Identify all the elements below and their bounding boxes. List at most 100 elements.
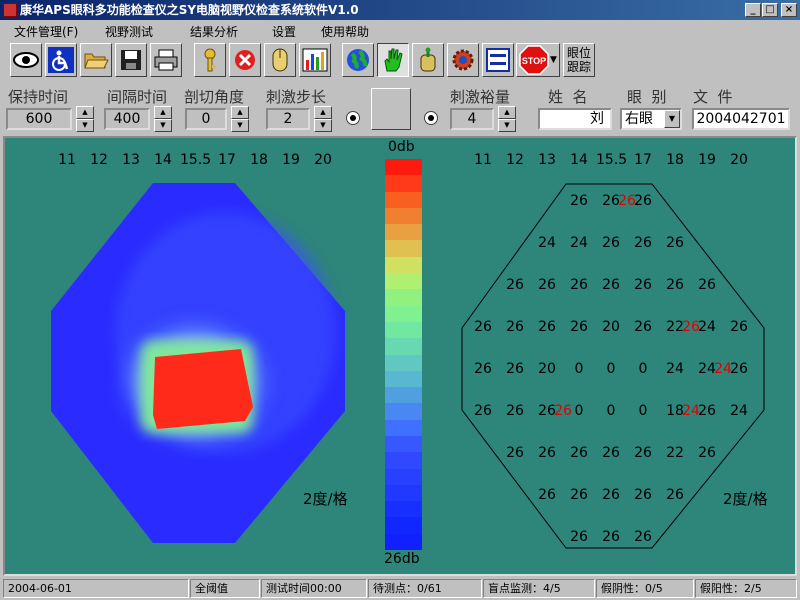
status-false-negative: 假阴性：0/5 [596,579,694,598]
threshold-value: 26 [474,403,492,419]
right-column-label: 20 [730,152,748,168]
threshold-value: 0 [638,403,648,419]
spin-down-icon[interactable]: ▼ [76,119,94,132]
threshold-value: 26 [570,193,588,209]
print-button[interactable] [150,43,182,77]
chevron-down-icon[interactable]: ▼ [664,110,680,128]
visual-field-display: 11 12 13 14 15.5 17 18 19 20 2度/格 0db 26db 11 12 1… [3,136,797,576]
list-icon [486,48,510,72]
scale-step [385,191,422,209]
spin-up-icon[interactable]: ▲ [231,106,249,119]
spin-down-icon[interactable]: ▼ [314,119,332,132]
eye-select[interactable]: 右眼 ▼ [620,108,682,130]
threshold-value: 26 [634,235,652,251]
stop-label: STOP [522,56,546,66]
spin-up-icon[interactable]: ▲ [154,106,172,119]
stim-margin-spinner[interactable]: ▲ ▼ [498,106,516,132]
menu-visual-field-test[interactable]: 视野测试 [105,23,153,40]
mouse-icon [272,48,288,72]
hold-time-label: 保持时间 [8,88,69,106]
menu-help[interactable]: 使用帮助 [321,23,369,40]
blank-button[interactable] [371,88,411,130]
joystick-button[interactable] [412,43,444,77]
cut-angle-spinner[interactable]: ▲ ▼ [231,106,249,132]
spin-down-icon[interactable]: ▼ [231,119,249,132]
threshold-value: 26 [602,445,620,461]
scale-step [385,354,422,372]
eye-button[interactable] [10,43,42,77]
right-column-label: 15.5 [596,152,628,168]
spin-up-icon[interactable]: ▲ [76,106,94,119]
menu-settings[interactable]: 设置 [272,23,296,40]
file-field[interactable]: 2004042701 [692,108,790,130]
eye-track-button[interactable]: 眼位 跟踪 [563,43,595,77]
accessibility-button[interactable] [45,43,77,77]
threshold-value: 26 [538,445,556,461]
scale-step [385,321,422,339]
menu-file[interactable]: 文件管理(F) [14,23,78,40]
status-test-time: 测试时间00:00 [261,579,367,598]
globe-button[interactable] [342,43,374,77]
mouse-button[interactable] [264,43,296,77]
stim-step-spinner[interactable]: ▲ ▼ [314,106,332,132]
name-field[interactable]: 刘 [538,108,612,130]
chart-button[interactable] [299,43,331,77]
threshold-value: 26 [698,445,716,461]
key-button[interactable] [194,43,226,77]
left-column-label: 20 [314,152,332,168]
right-column-label: 14 [570,152,588,168]
scale-step [385,468,422,486]
app-icon [3,3,17,17]
spin-up-icon[interactable]: ▲ [498,106,516,119]
maximize-button[interactable]: □ [762,3,778,17]
cut-angle-label: 剖切角度 [184,88,245,106]
left-column-label: 13 [122,152,140,168]
minimize-button[interactable]: _ [745,3,761,17]
stim-margin-field[interactable]: 4 [450,108,494,130]
threshold-value: 26 [634,487,652,503]
threshold-value: 26 [506,319,524,335]
scale-step [385,403,422,421]
right-column-label: 18 [666,152,684,168]
threshold-value: 26 [634,193,652,209]
interval-time-spinner[interactable]: ▲ ▼ [154,106,172,132]
file-label: 文 件 [693,88,733,106]
spin-down-icon[interactable]: ▼ [498,119,516,132]
printer-icon [154,49,178,71]
hand-button[interactable] [377,43,409,77]
title-bar: 康华APS眼科多功能检查仪之SY电脑视野仪检查系统软件V1.0 _ □ × [0,0,800,20]
hand-icon [384,48,403,72]
threshold-value: 0 [606,403,616,419]
menu-result-analysis[interactable]: 结果分析 [190,23,238,40]
threshold-value: 26 [666,235,684,251]
hold-time-field[interactable]: 600 [6,108,72,130]
scale-step [385,484,422,502]
threshold-value: 26 [666,487,684,503]
close-button[interactable]: × [781,3,797,17]
cut-angle-field[interactable]: 0 [185,108,227,130]
radio-option-1[interactable] [346,111,360,125]
dropdown-arrow-icon[interactable]: ▼ [550,55,557,65]
window-title: 康华APS眼科多功能检查仪之SY电脑视野仪检查系统软件V1.0 [20,3,359,17]
threshold-value: 26 [698,403,716,419]
spin-up-icon[interactable]: ▲ [314,106,332,119]
threshold-value: 26 [474,361,492,377]
open-folder-icon [84,53,109,69]
gear-icon [452,49,474,71]
spin-down-icon[interactable]: ▼ [154,119,172,132]
interval-time-field[interactable]: 400 [104,108,150,130]
cancel-button[interactable] [229,43,261,77]
stop-button[interactable]: STOP ▼ [516,43,560,77]
threshold-value: 26 [602,235,620,251]
radio-option-2[interactable] [424,111,438,125]
open-button[interactable] [80,43,112,77]
list-button[interactable] [482,43,514,77]
gear-button[interactable] [447,43,479,77]
status-date: 2004-06-01 [3,579,189,598]
scale-step [385,533,422,550]
left-column-label: 12 [90,152,108,168]
scale-step [385,256,422,274]
save-button[interactable] [115,43,147,77]
hold-time-spinner[interactable]: ▲ ▼ [76,106,94,132]
stim-step-field[interactable]: 2 [266,108,310,130]
